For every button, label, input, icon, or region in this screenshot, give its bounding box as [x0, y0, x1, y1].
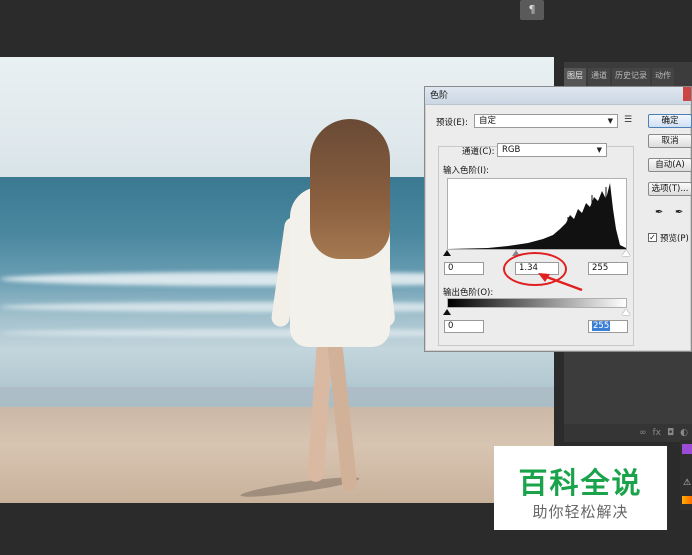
output-white-field[interactable]: 255 — [588, 320, 628, 333]
output-black-slider[interactable] — [443, 309, 451, 315]
gray-eyedropper-icon[interactable]: ✒ — [675, 207, 683, 218]
panel-footer: ∞ fx ◘ ◐ — [564, 424, 692, 442]
auto-button[interactable]: 自动(A) — [648, 158, 692, 172]
mask-icon[interactable]: ◘ — [667, 428, 674, 438]
input-white-field[interactable]: 255 — [588, 262, 628, 275]
panel-tabs: 图层 通道 历史记录 动作 — [564, 68, 692, 86]
tab-actions[interactable]: 动作 — [652, 68, 674, 86]
output-gradient-bar — [447, 298, 627, 308]
top-bar: ¶ — [0, 0, 692, 56]
gradient-swatch[interactable] — [682, 496, 692, 504]
output-levels-label: 输出色阶(O): — [443, 288, 494, 298]
black-eyedropper-icon[interactable]: ✒ — [655, 207, 663, 218]
close-icon[interactable] — [683, 87, 691, 101]
fx-icon[interactable]: fx — [653, 428, 662, 438]
input-levels-label: 输入色阶(I): — [443, 166, 490, 176]
chevron-down-icon: ▼ — [607, 117, 613, 125]
dialog-title[interactable]: 色阶 — [425, 87, 691, 105]
tab-channels[interactable]: 通道 — [588, 68, 610, 86]
warning-icon: ⚠ — [683, 478, 692, 488]
preview-checkbox[interactable]: ✓ — [648, 233, 657, 242]
chevron-down-icon: ▼ — [596, 146, 602, 154]
paragraph-icon[interactable]: ¶ — [520, 0, 544, 20]
input-black-field[interactable]: 0 — [444, 262, 484, 275]
annotation-arrow — [538, 273, 583, 292]
channel-value: RGB — [502, 145, 521, 155]
preset-options-icon[interactable]: ☰ — [624, 115, 632, 125]
watermark-title: 百科全说 — [518, 466, 643, 500]
preset-value: 自定 — [479, 116, 497, 126]
watermark: 百科全说 助你轻松解决 — [494, 446, 667, 530]
figure-hair — [310, 119, 390, 259]
channel-label: 通道(C): — [462, 147, 495, 157]
adjustment-icon[interactable]: ◐ — [680, 428, 688, 438]
preview-label: 预览(P) — [660, 234, 689, 244]
channel-select[interactable]: RGB ▼ — [497, 143, 607, 157]
output-black-field[interactable]: 0 — [444, 320, 484, 333]
color-swatch[interactable] — [682, 444, 692, 454]
ok-button[interactable]: 确定 — [648, 114, 692, 128]
cancel-button[interactable]: 取消 — [648, 134, 692, 148]
histogram — [447, 178, 627, 250]
input-black-slider[interactable] — [443, 250, 451, 256]
output-white-value: 255 — [592, 321, 611, 331]
tab-layers[interactable]: 图层 — [564, 68, 586, 86]
input-white-slider[interactable] — [622, 250, 630, 256]
tab-history[interactable]: 历史记录 — [612, 68, 650, 86]
link-icon[interactable]: ∞ — [639, 428, 647, 438]
watermark-subtitle: 助你轻松解决 — [532, 503, 629, 521]
output-white-slider[interactable] — [622, 309, 630, 315]
histogram-graph — [448, 183, 626, 249]
options-button[interactable]: 选项(T)... — [648, 182, 692, 196]
preset-label: 预设(E): — [436, 118, 468, 128]
preset-select[interactable]: 自定 ▼ — [474, 114, 618, 128]
